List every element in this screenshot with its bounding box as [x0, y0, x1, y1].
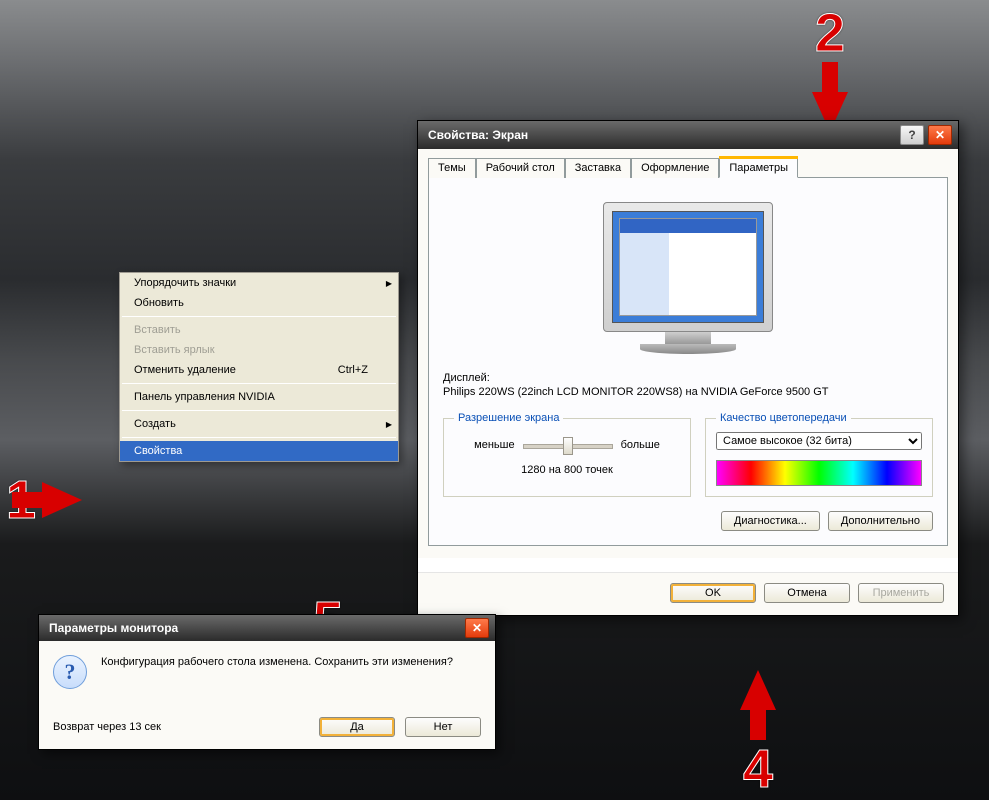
display-name: Philips 220WS (22inch LCD MONITOR 220WS8…	[443, 386, 933, 398]
menu-separator	[122, 383, 396, 384]
color-quality-group: Качество цветопередачи Самое высокое (32…	[705, 412, 933, 497]
revert-timer: Возврат через 13 сек	[53, 721, 161, 733]
menu-separator	[122, 316, 396, 317]
resolution-slider[interactable]	[523, 436, 613, 454]
annotation-1-label: 1	[6, 469, 36, 531]
annotation-1: 1	[6, 469, 82, 531]
menu-item-label: Панель управления NVIDIA	[134, 391, 275, 403]
confirm-titlebar[interactable]: Параметры монитора ✕	[39, 615, 495, 641]
ok-button[interactable]: OK	[670, 583, 756, 603]
resolution-group: Разрешение экрана меньше больше 1280 на …	[443, 412, 691, 497]
menu-item-label: Вставить	[134, 324, 181, 336]
dialog-titlebar[interactable]: Свойства: Экран ? ✕	[418, 121, 958, 149]
menu-properties[interactable]: Свойства	[120, 441, 398, 461]
slider-more-label: больше	[621, 439, 660, 451]
resolution-value: 1280 на 800 точек	[454, 464, 680, 476]
menu-paste-shortcut: Вставить ярлык	[120, 340, 398, 360]
titlebar-close-button[interactable]: ✕	[928, 125, 952, 145]
confirm-title: Параметры монитора	[49, 621, 178, 635]
color-quality-select[interactable]: Самое высокое (32 бита)	[716, 432, 922, 450]
menu-refresh[interactable]: Обновить	[120, 293, 398, 313]
annotation-2: 2	[812, 2, 848, 132]
advanced-button[interactable]: Дополнительно	[828, 511, 933, 531]
confirm-message: Конфигурация рабочего стола изменена. Со…	[101, 655, 453, 670]
cancel-button[interactable]: Отмена	[764, 583, 850, 603]
menu-separator	[122, 437, 396, 438]
monitor-settings-confirm-dialog: Параметры монитора ✕ ? Конфигурация рабо…	[38, 614, 496, 750]
menu-create[interactable]: Создать	[120, 414, 398, 434]
slider-less-label: меньше	[474, 439, 514, 451]
menu-item-label: Создать	[134, 418, 176, 430]
settings-panel: Дисплей: Philips 220WS (22inch LCD MONIT…	[428, 177, 948, 546]
menu-shortcut: Ctrl+Z	[338, 364, 368, 376]
no-button[interactable]: Нет	[405, 717, 481, 737]
monitor-illustration	[443, 202, 933, 354]
menu-item-label: Отменить удаление	[134, 364, 236, 376]
tab-themes[interactable]: Темы	[428, 158, 476, 178]
menu-paste: Вставить	[120, 320, 398, 340]
slider-thumb[interactable]	[563, 437, 573, 455]
diagnostics-button[interactable]: Диагностика...	[721, 511, 820, 531]
tab-settings[interactable]: Параметры	[719, 158, 798, 178]
tab-appearance[interactable]: Оформление	[631, 158, 719, 178]
desktop-context-menu: Упорядочить значки Обновить Вставить Вст…	[119, 272, 399, 462]
menu-item-label: Вставить ярлык	[134, 344, 215, 356]
menu-undo-delete[interactable]: Отменить удаление Ctrl+Z	[120, 360, 398, 380]
menu-separator	[122, 410, 396, 411]
confirm-close-button[interactable]: ✕	[465, 618, 489, 638]
annotation-2-label: 2	[815, 2, 845, 64]
apply-button: Применить	[858, 583, 944, 603]
menu-arrange-icons[interactable]: Упорядочить значки	[120, 273, 398, 293]
display-properties-dialog: Свойства: Экран ? ✕ Темы Рабочий стол За…	[417, 120, 959, 616]
display-caption: Дисплей:	[443, 372, 933, 384]
menu-item-label: Свойства	[134, 445, 182, 457]
menu-item-label: Обновить	[134, 297, 184, 309]
menu-nvidia-panel[interactable]: Панель управления NVIDIA	[120, 387, 398, 407]
color-preview	[716, 460, 922, 486]
question-icon: ?	[53, 655, 87, 689]
tab-desktop[interactable]: Рабочий стол	[476, 158, 565, 178]
dialog-title: Свойства: Экран	[428, 128, 528, 142]
tab-screensaver[interactable]: Заставка	[565, 158, 631, 178]
annotation-4: 4	[740, 670, 776, 800]
titlebar-help-button[interactable]: ?	[900, 125, 924, 145]
resolution-legend: Разрешение экрана	[454, 412, 563, 424]
menu-item-label: Упорядочить значки	[134, 277, 236, 289]
annotation-4-label: 4	[743, 738, 773, 800]
dialog-tabs: Темы Рабочий стол Заставка Оформление Па…	[428, 157, 948, 177]
color-quality-legend: Качество цветопередачи	[716, 412, 851, 424]
yes-button[interactable]: Да	[319, 717, 395, 737]
